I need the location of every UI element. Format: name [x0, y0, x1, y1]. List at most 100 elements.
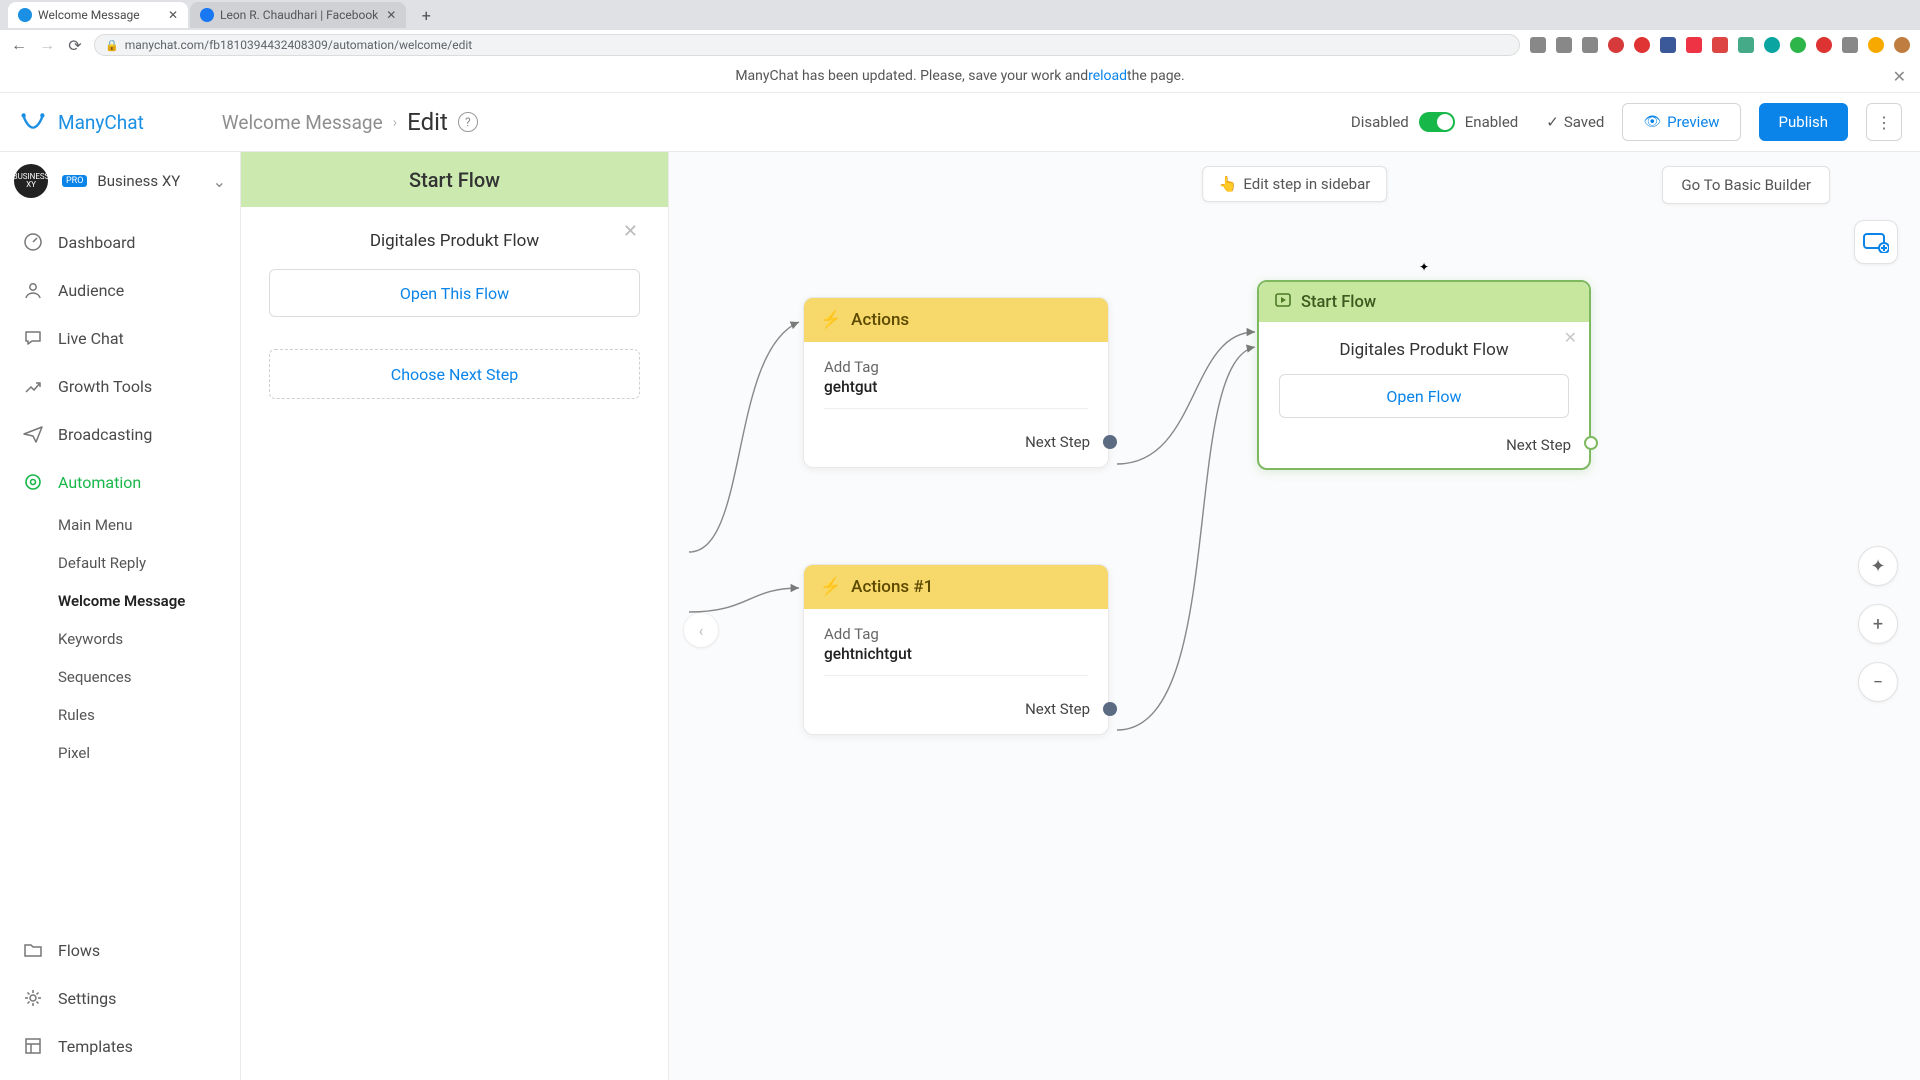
output-port[interactable] — [1584, 436, 1598, 450]
subnav-main-menu[interactable]: Main Menu — [58, 506, 240, 544]
zoom-in-button[interactable]: + — [1858, 604, 1898, 644]
ext-icon[interactable] — [1816, 37, 1832, 53]
bolt-icon: ⚡ — [820, 310, 841, 330]
subnav-sequences[interactable]: Sequences — [58, 658, 240, 696]
wand-icon: ✦ — [1870, 556, 1885, 577]
close-icon[interactable]: ✕ — [623, 221, 638, 242]
next-step-label: Next Step — [1025, 700, 1090, 718]
auto-arrange-button[interactable]: ✦ — [1858, 546, 1898, 586]
preview-button[interactable]: 👁 Preview — [1622, 103, 1740, 141]
chevron-right-icon: › — [393, 113, 398, 131]
preview-label: Preview — [1667, 113, 1719, 131]
folder-icon — [22, 939, 44, 961]
node-footer: Next Step — [804, 429, 1108, 467]
sidebar-label: Audience — [58, 281, 124, 300]
ext-icon[interactable] — [1608, 37, 1624, 53]
action-field-label: Add Tag — [824, 625, 1088, 643]
brand-name: ManyChat — [58, 111, 144, 134]
node-title: Start Flow — [1301, 293, 1376, 312]
brand[interactable]: ManyChat — [18, 107, 144, 137]
edit-step-hint[interactable]: 👆 Edit step in sidebar — [1202, 166, 1388, 202]
output-port[interactable] — [1103, 702, 1117, 716]
back-icon[interactable]: ← — [10, 36, 28, 54]
sidebar-label: Templates — [58, 1037, 133, 1056]
open-this-flow-button[interactable]: Open This Flow — [269, 269, 640, 317]
ext-icon[interactable] — [1712, 37, 1728, 53]
saved-label: Saved — [1564, 113, 1605, 131]
sidebar-item-templates[interactable]: Templates — [0, 1022, 240, 1070]
ext-icon[interactable] — [1582, 37, 1598, 53]
address-bar[interactable]: 🔒 manychat.com/fb181039443240830​9/autom… — [94, 34, 1520, 56]
workspace-avatar: BUSINESS XY — [14, 164, 48, 198]
new-tab-button[interactable]: + — [416, 5, 436, 25]
sidebar-item-audience[interactable]: Audience — [0, 266, 240, 314]
node-start-flow[interactable]: Start Flow ✕ Digitales Produkt Flow Open… — [1257, 280, 1591, 470]
ext-icon[interactable] — [1686, 37, 1702, 53]
flow-canvas[interactable]: 👆 Edit step in sidebar Go To Basic Build… — [669, 152, 1920, 1080]
sidebar-item-growth[interactable]: Growth Tools — [0, 362, 240, 410]
add-node-button[interactable] — [1854, 220, 1898, 264]
audience-icon — [22, 279, 44, 301]
collapse-panel-button[interactable]: ‹ — [683, 612, 719, 648]
subnav-default-reply[interactable]: Default Reply — [58, 544, 240, 582]
browser-tab-active[interactable]: Welcome Message ✕ — [8, 2, 188, 28]
sidebar-item-automation[interactable]: Automation — [0, 458, 240, 506]
ext-icon[interactable] — [1556, 37, 1572, 53]
sidebar-item-settings[interactable]: Settings — [0, 974, 240, 1022]
subnav-keywords[interactable]: Keywords — [58, 620, 240, 658]
disabled-label: Disabled — [1351, 113, 1409, 131]
next-step-label: Next Step — [1506, 436, 1571, 454]
ext-icon[interactable] — [1738, 37, 1754, 53]
zoom-out-button[interactable]: − — [1858, 662, 1898, 702]
action-field-value: gehtgut — [824, 378, 1088, 396]
status-toggle-group: Disabled Enabled — [1351, 112, 1518, 132]
ext-icon[interactable] — [1530, 37, 1546, 53]
node-footer: Next Step — [804, 696, 1108, 734]
page-title: Edit — [407, 108, 448, 136]
breadcrumb-item[interactable]: Welcome Message — [222, 111, 383, 134]
node-header: Start Flow — [1259, 282, 1589, 322]
sidebar-item-broadcasting[interactable]: Broadcasting — [0, 410, 240, 458]
sidebar-item-flows[interactable]: Flows — [0, 926, 240, 974]
node-actions-1[interactable]: ⚡ Actions #1 Add Tag gehtnichtgut Next S… — [803, 564, 1109, 735]
subnav-pixel[interactable]: Pixel — [58, 734, 240, 772]
close-icon[interactable]: ✕ — [386, 8, 396, 22]
sidebar-item-dashboard[interactable]: Dashboard — [0, 218, 240, 266]
banner-reload-link[interactable]: reload — [1088, 68, 1127, 84]
enable-toggle[interactable] — [1419, 112, 1455, 132]
node-footer: Next Step — [1259, 426, 1589, 468]
close-icon[interactable]: ✕ — [168, 8, 178, 22]
reload-icon[interactable]: ⟳ — [66, 36, 84, 54]
url-text: manychat.com/fb181039443240830​9/automat… — [125, 38, 473, 52]
forward-icon[interactable]: → — [38, 36, 56, 54]
help-icon[interactable]: ? — [458, 112, 478, 132]
automation-icon — [22, 471, 44, 493]
dashboard-icon — [22, 231, 44, 253]
more-vertical-icon: ⋮ — [1876, 113, 1892, 132]
node-actions[interactable]: ⚡ Actions Add Tag gehtgut Next Step — [803, 297, 1109, 468]
ext-icon[interactable] — [1842, 37, 1858, 53]
node-title: Actions — [851, 310, 909, 330]
sidebar-item-livechat[interactable]: Live Chat — [0, 314, 240, 362]
choose-next-step-button[interactable]: Choose Next Step — [269, 349, 640, 399]
subnav-rules[interactable]: Rules — [58, 696, 240, 734]
workspace-switcher[interactable]: BUSINESS XY PRO Business XY ⌄ — [0, 152, 240, 210]
close-icon[interactable]: ✕ — [1564, 328, 1577, 347]
go-basic-builder-button[interactable]: Go To Basic Builder — [1662, 166, 1830, 204]
ext-icon[interactable] — [1634, 37, 1650, 53]
publish-button[interactable]: Publish — [1759, 103, 1848, 141]
open-flow-button[interactable]: Open Flow — [1279, 374, 1569, 418]
ext-icon[interactable] — [1660, 37, 1676, 53]
ext-icon[interactable] — [1868, 37, 1884, 53]
profile-avatar[interactable] — [1894, 37, 1910, 53]
publish-label: Publish — [1779, 113, 1828, 131]
more-button[interactable]: ⋮ — [1866, 103, 1902, 141]
ext-icon[interactable] — [1790, 37, 1806, 53]
workspace-name: Business XY — [97, 172, 202, 190]
output-port[interactable] — [1103, 435, 1117, 449]
close-icon[interactable]: ✕ — [1893, 67, 1906, 86]
chevron-down-icon: ⌄ — [213, 172, 226, 191]
ext-icon[interactable] — [1764, 37, 1780, 53]
subnav-welcome-message[interactable]: Welcome Message — [58, 582, 240, 620]
browser-tab[interactable]: Leon R. Chaudhari | Facebook ✕ — [190, 2, 406, 28]
